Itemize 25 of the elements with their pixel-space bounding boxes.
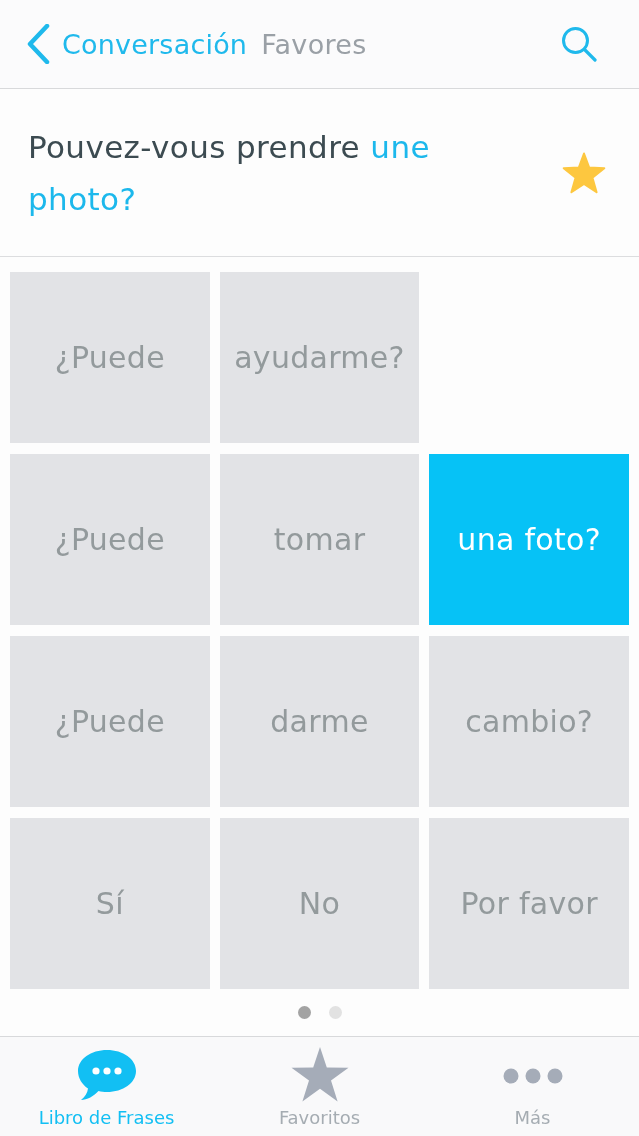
star-icon[interactable] [562, 151, 606, 194]
page-dot[interactable] [297, 1006, 311, 1019]
word-tile[interactable]: tomar [219, 454, 420, 625]
word-tile[interactable]: una foto? [429, 454, 629, 625]
more-icon [502, 1068, 563, 1084]
back-button[interactable]: Conversación [26, 24, 248, 64]
word-tile[interactable]: Por favor [429, 818, 629, 989]
word-tile[interactable]: darme [219, 636, 420, 807]
speech-bubble-icon [76, 1048, 137, 1102]
phrase-text: Pouvez-vous prendre une photo? [28, 127, 431, 219]
star-icon [290, 1047, 349, 1102]
word-tile[interactable]: ¿Puede [10, 454, 210, 625]
search-icon[interactable] [561, 26, 597, 62]
screen-title: Favores [261, 28, 367, 60]
word-tile[interactable]: cambio? [429, 636, 629, 807]
tab[interactable]: Favoritos [213, 1037, 426, 1136]
word-tile[interactable]: ¿Puede [10, 272, 210, 443]
tab[interactable]: Más [426, 1037, 639, 1136]
word-tile[interactable]: Sí [10, 818, 210, 989]
word-tile[interactable]: ¿Puede [10, 636, 210, 807]
word-tile[interactable]: ayudarme? [219, 272, 420, 443]
page-dot[interactable] [328, 1006, 342, 1019]
tab[interactable]: Libro de Frases [0, 1037, 213, 1136]
chevron-icon [26, 24, 50, 64]
word-tile[interactable]: No [219, 818, 420, 989]
